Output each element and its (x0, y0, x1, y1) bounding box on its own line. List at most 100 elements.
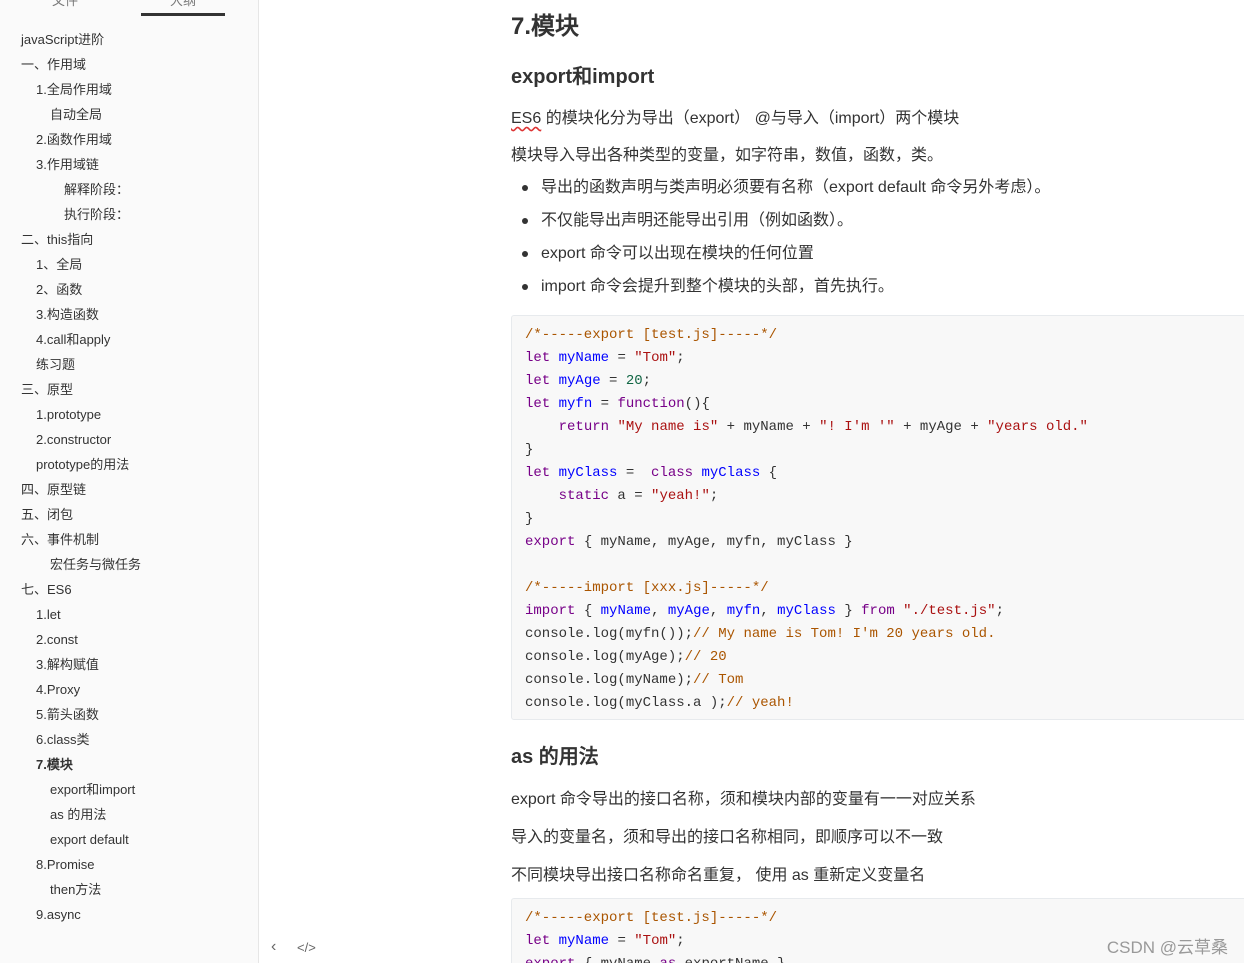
code-token: let (525, 373, 551, 389)
outline-item[interactable]: 4.Proxy (36, 680, 80, 700)
outline-item[interactable]: then方法 (50, 880, 101, 900)
outline-item[interactable]: 3.作用域链 (36, 155, 99, 175)
outline-item[interactable]: 6.class类 (36, 730, 89, 750)
code-block[interactable]: /*-----export [test.js]-----*/ let myName… (511, 315, 1244, 720)
code-token: let (525, 933, 551, 949)
code-token: 20 (625, 373, 643, 389)
code-token: { myName, myAge, myfn, myClass } (575, 534, 853, 550)
code-line: } (525, 508, 1244, 531)
outline-item[interactable]: 执行阶段： (64, 205, 129, 225)
code-line: console.log(myAge);// 20 (525, 646, 1244, 669)
outline-item[interactable]: 三、原型 (21, 380, 73, 400)
code-line: /*-----export [test.js]-----*/ (525, 907, 1244, 930)
code-line (525, 554, 1244, 577)
code-line: let myfn = function(){ (525, 393, 1244, 416)
code-token: "Tom" (634, 350, 677, 366)
code-token: = (617, 465, 652, 481)
code-line: let myAge = 20; (525, 370, 1244, 393)
code-token: myfn (558, 396, 593, 412)
outline-item[interactable]: 8.Promise (36, 855, 95, 875)
outline-item[interactable]: 五、闭包 (21, 505, 73, 525)
code-token: myName (600, 603, 652, 619)
code-line: /*-----export [test.js]-----*/ (525, 324, 1244, 347)
code-token: + myAge + (894, 419, 988, 435)
code-token: export (525, 956, 575, 963)
outline-item[interactable]: 2.函数作用域 (36, 130, 112, 150)
code-token: myAge (667, 603, 710, 619)
code-token: // My name is Tom! I'm 20 years old. (693, 626, 996, 642)
code-token: , (651, 603, 668, 619)
outline-item[interactable]: 2.constructor (36, 430, 111, 450)
code-token: ; (709, 488, 719, 504)
code-token: "! I'm '" (819, 419, 895, 435)
code-token: myfn (726, 603, 761, 619)
outline-item[interactable]: 1.let (36, 605, 61, 625)
paragraph: export 命令导出的接口名称，须和模块内部的变量有一一对应关系 (511, 791, 976, 808)
outline-item[interactable]: 3.构造函数 (36, 305, 99, 325)
list-item: export 命令可以出现在模块的任何位置 (511, 241, 1050, 274)
outline-item[interactable]: 4.call和apply (36, 330, 110, 350)
code-token: ; (676, 350, 685, 366)
outline-item[interactable]: 9.async (36, 905, 81, 925)
sidebar-tabbar: 文件 大纲 (0, 0, 258, 18)
code-token: let (525, 396, 551, 412)
code-token: = (592, 396, 618, 412)
outline-item[interactable]: 四、原型链 (21, 480, 86, 500)
code-line: static a = "yeah!"; (525, 485, 1244, 508)
code-token: // 20 (684, 649, 727, 665)
code-line: import { myName, myAge, myfn, myClass } … (525, 600, 1244, 623)
code-token: as (659, 956, 676, 963)
outline-item[interactable]: 宏任务与微任务 (50, 555, 141, 575)
outline-item[interactable]: 六、事件机制 (21, 530, 99, 550)
code-token: console.log(myName); (525, 672, 694, 688)
tab-files[interactable]: 文件 (52, 0, 78, 9)
code-token: } (525, 511, 534, 527)
outline-item[interactable]: 2.const (36, 630, 78, 650)
paragraph: 不同模块导出接口名称命名重复， 使用 as 重新定义变量名 (511, 867, 926, 884)
code-token: { (760, 465, 778, 481)
outline-item[interactable]: 2、函数 (36, 280, 82, 300)
code-token: /*-----export [test.js]-----*/ (525, 910, 778, 926)
code-token: , (709, 603, 727, 619)
tab-outline[interactable]: 大纲 (170, 0, 196, 9)
code-token: } (835, 603, 862, 619)
page-title: 7.模块 (511, 13, 580, 40)
code-token: myClass (701, 465, 761, 481)
code-token: = (600, 373, 626, 389)
paragraph-text: 的模块化分为导出（export） @与导入（import）两个模块 (541, 110, 960, 127)
outline-item[interactable]: prototype的用法 (36, 455, 129, 475)
paragraph-types: 模块导入导出各种类型的变量，如字符串，数值，函数，类。 (511, 147, 944, 164)
code-line: export { myName, myAge, myfn, myClass } (525, 531, 1244, 554)
outline-item[interactable]: 七、ES6 (21, 580, 72, 600)
outline-item[interactable]: 1.prototype (36, 405, 101, 425)
outline-item[interactable]: export default (50, 830, 129, 850)
code-token: } (525, 442, 534, 458)
editor-main: 7.模块 export和import ES6 的模块化分为导出（export） … (260, 0, 1244, 963)
outline-item[interactable]: 5.箭头函数 (36, 705, 99, 725)
outline-item[interactable]: 1、全局 (36, 255, 82, 275)
outline-item[interactable]: 7.模块 (36, 755, 73, 775)
outline-item[interactable]: 自动全局 (50, 105, 102, 125)
code-token: a = (609, 488, 652, 504)
outline-item[interactable]: export和import (50, 780, 135, 800)
outline-item[interactable]: 1.全局作用域 (36, 80, 112, 100)
outline-item[interactable]: 二、this指向 (21, 230, 93, 250)
code-token: console.log(myClass.a ); (525, 695, 727, 711)
code-line: let myName = "Tom"; (525, 347, 1244, 370)
code-token: { (575, 603, 601, 619)
paragraph: 导入的变量名，须和导出的接口名称相同，即顺序可以不一致 (511, 829, 944, 846)
outline-item[interactable]: as 的用法 (50, 805, 106, 825)
outline-item[interactable]: 解释阶段： (64, 180, 129, 200)
outline-item[interactable]: javaScript进阶 (21, 30, 104, 50)
code-token: let (525, 465, 551, 481)
list-item: 不仅能导出声明还能导出引用（例如函数）。 (511, 208, 1050, 241)
outline-item[interactable]: 3.解构赋值 (36, 655, 99, 675)
code-token: from (861, 603, 895, 619)
outline-item[interactable]: 一、作用域 (21, 55, 86, 75)
code-token: myName (558, 933, 610, 949)
outline-item[interactable]: 练习题 (36, 355, 75, 375)
